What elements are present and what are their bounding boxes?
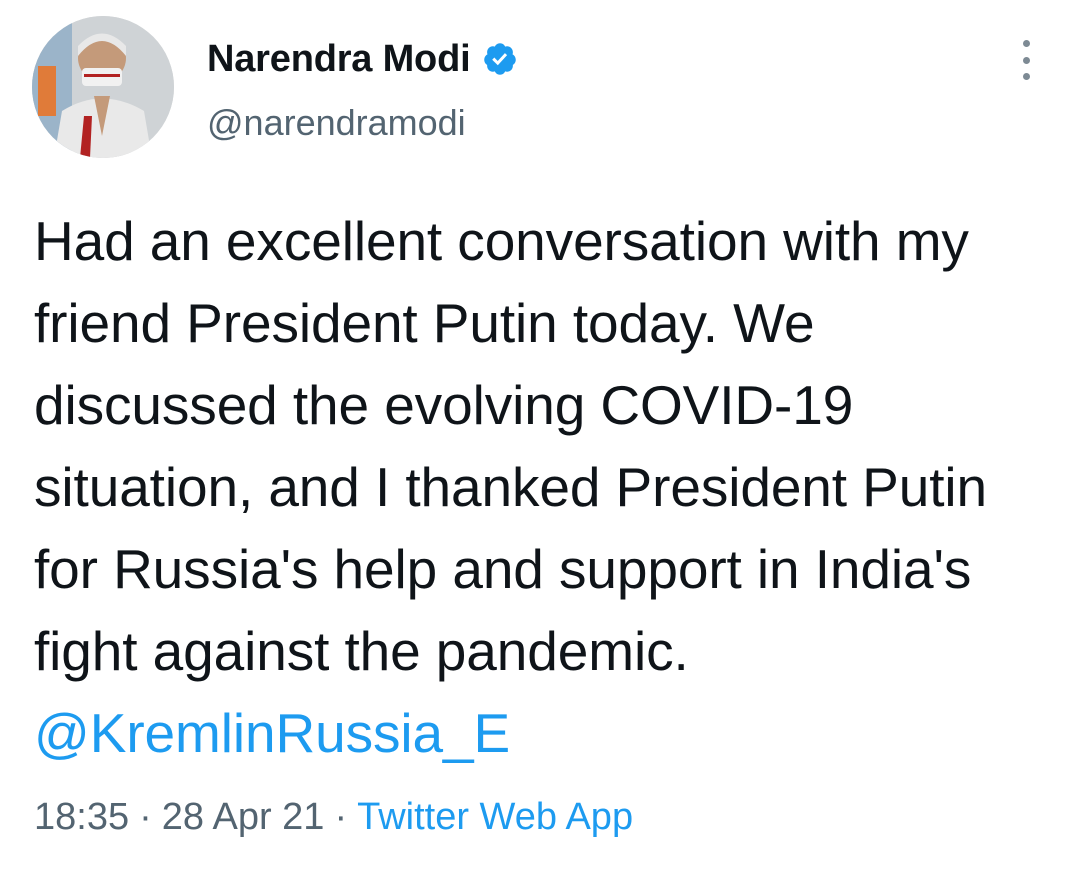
tweet-metadata: 18:35 · 28 Apr 21 · Twitter Web App [34, 796, 633, 839]
verified-badge-icon [482, 41, 518, 77]
more-options-icon[interactable] [1012, 40, 1040, 80]
tweet-date[interactable]: 28 Apr 21 [162, 796, 325, 838]
display-name[interactable]: Narendra Modi [207, 38, 471, 81]
tweet-source-link[interactable]: Twitter Web App [357, 796, 633, 838]
tweet-body: Had an excellent conversation with my fr… [34, 210, 1003, 682]
author-name-row: Narendra Modi [207, 34, 518, 84]
separator: · [334, 796, 348, 838]
dot-icon [1022, 40, 1030, 47]
tweet-time[interactable]: 18:35 [34, 796, 129, 838]
separator: · [139, 796, 152, 838]
profile-photo [32, 16, 174, 158]
dot-icon [1022, 56, 1030, 64]
mention-link[interactable]: @KremlinRussia_E [34, 702, 510, 764]
user-handle[interactable]: @narendramodi [207, 102, 466, 144]
tweet-text: Had an excellent conversation with my fr… [34, 200, 1044, 774]
avatar[interactable] [32, 16, 174, 158]
dot-icon [1022, 73, 1030, 80]
